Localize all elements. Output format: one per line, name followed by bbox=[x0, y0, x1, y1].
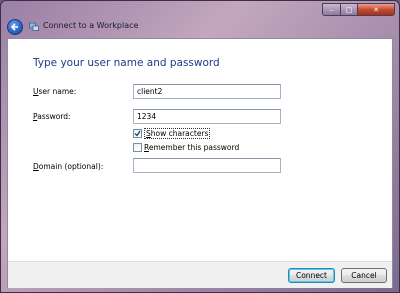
title-bar[interactable]: Connect to a Workplace – □ ✕ bbox=[1, 1, 399, 37]
page-heading: Type your user name and password bbox=[33, 57, 220, 69]
show-characters-option[interactable]: Show characters bbox=[133, 128, 211, 139]
domain-label-text: omain (optional): bbox=[38, 162, 104, 171]
back-button[interactable] bbox=[7, 19, 23, 35]
domain-label: Domain (optional): bbox=[33, 162, 103, 171]
cancel-button[interactable]: Cancel bbox=[341, 268, 387, 283]
dialog-content: Type your user name and password User na… bbox=[7, 38, 393, 288]
network-connection-icon bbox=[29, 22, 39, 31]
dialog-window: Connect to a Workplace – □ ✕ Type your u… bbox=[0, 0, 400, 293]
show-characters-text: how characters bbox=[150, 129, 209, 138]
window-title: Connect to a Workplace bbox=[43, 21, 139, 30]
remember-password-checkbox[interactable] bbox=[133, 143, 142, 152]
show-characters-checkbox[interactable] bbox=[133, 129, 142, 138]
password-label-text: assword: bbox=[37, 112, 71, 121]
maximize-icon: □ bbox=[345, 5, 353, 14]
minimize-button[interactable]: – bbox=[322, 3, 340, 16]
close-icon: ✕ bbox=[373, 5, 379, 14]
password-field[interactable] bbox=[133, 109, 281, 124]
remember-password-option[interactable]: Remember this password bbox=[133, 143, 239, 152]
domain-field[interactable] bbox=[133, 158, 281, 173]
show-characters-label: Show characters bbox=[144, 128, 211, 139]
password-label: Password: bbox=[33, 112, 71, 121]
checkmark-icon bbox=[134, 130, 141, 137]
minimize-icon: – bbox=[329, 5, 334, 14]
username-label: User name: bbox=[33, 87, 76, 96]
connect-button[interactable]: Connect bbox=[288, 268, 335, 283]
username-label-text: ser name: bbox=[38, 87, 77, 96]
back-arrow-icon bbox=[10, 23, 18, 31]
button-bar: Connect Cancel bbox=[8, 261, 392, 288]
username-field[interactable] bbox=[133, 84, 281, 99]
remember-password-label: Remember this password bbox=[144, 143, 239, 152]
close-button[interactable]: ✕ bbox=[357, 3, 395, 16]
remember-password-text: emember this password bbox=[148, 143, 240, 152]
maximize-button[interactable]: □ bbox=[340, 3, 357, 16]
